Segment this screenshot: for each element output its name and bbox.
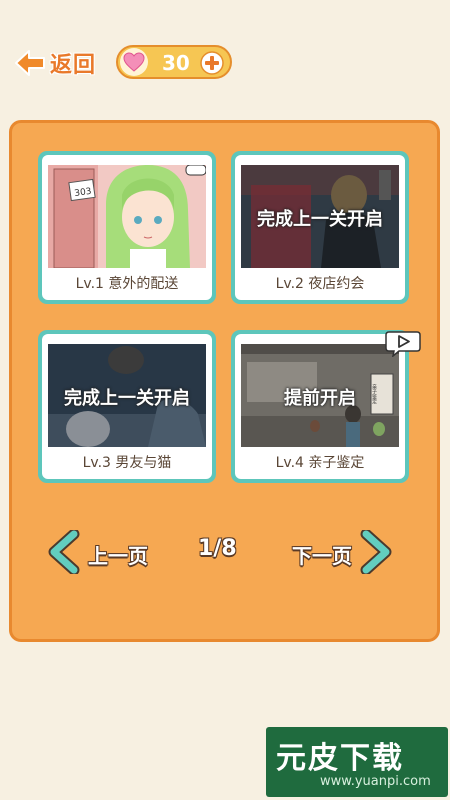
level-3-thumbnail: 完成上一关开启 [48, 344, 206, 447]
video-play-icon[interactable] [385, 331, 421, 358]
prev-page-button[interactable]: 上一页 [46, 528, 148, 578]
level-card-4[interactable]: 亲子鉴定 提前开启 Lv.4 亲子鉴定 [231, 330, 409, 483]
level-4-lock-text: 提前开启 [284, 388, 356, 409]
level-card-2[interactable]: 完成上一关开启 Lv.2 夜店约会 [231, 151, 409, 304]
level-2-thumbnail: 完成上一关开启 [241, 165, 399, 268]
heart-icon [120, 48, 148, 76]
level-2-lock-text: 完成上一关开启 [257, 209, 383, 230]
next-page-button[interactable]: 下一页 [292, 528, 394, 578]
add-hearts-button[interactable] [200, 51, 224, 75]
watermark-url: www.yuanpi.com [320, 774, 431, 789]
back-arrow-icon [14, 48, 46, 78]
level-3-lock-text: 完成上一关开启 [64, 388, 190, 409]
watermark-logo: 元皮下载 www.yuanpi.com [266, 727, 448, 797]
page-indicator: 1/8 [198, 536, 237, 561]
back-button[interactable]: 返回 [14, 46, 96, 80]
level-1-thumbnail: 303 [48, 165, 206, 268]
level-card-1[interactable]: 303 Lv.1 意外的配送 [38, 151, 216, 304]
watermark-text: 元皮下载 [276, 741, 404, 776]
level-1-title: Lv.1 意外的配送 [75, 276, 179, 292]
hearts-count: 30 [162, 51, 190, 75]
hearts-counter: 30 [116, 45, 232, 79]
level-3-title: Lv.3 男友与猫 [82, 455, 172, 471]
level-4-title: Lv.4 亲子鉴定 [275, 455, 365, 471]
level-card-3[interactable]: 完成上一关开启 Lv.3 男友与猫 [38, 330, 216, 483]
chevron-right-icon [360, 528, 394, 578]
level-2-title: Lv.2 夜店约会 [275, 276, 365, 292]
level-4-thumbnail: 亲子鉴定 提前开启 [241, 344, 399, 447]
plus-icon [200, 51, 224, 75]
prev-page-label: 上一页 [88, 543, 148, 568]
chevron-left-icon [46, 528, 80, 578]
next-page-label: 下一页 [292, 543, 352, 568]
back-label: 返回 [50, 53, 97, 78]
